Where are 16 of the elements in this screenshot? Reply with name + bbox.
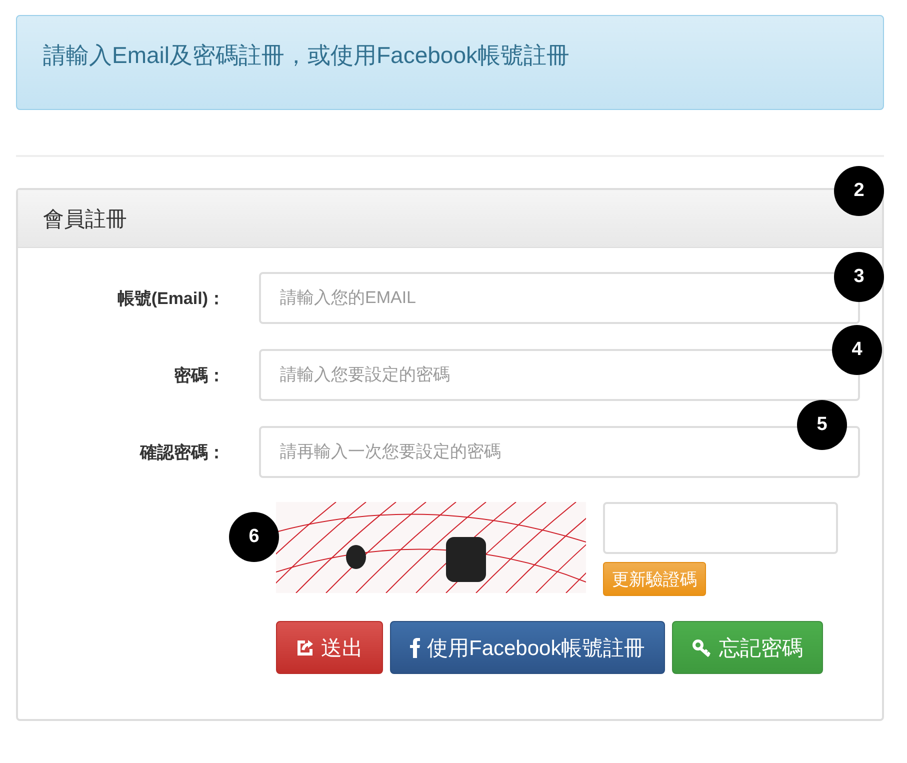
number-badge: 6 [229, 512, 279, 562]
share-icon [296, 638, 314, 656]
field-label: 帳號(Email)： [116, 288, 226, 310]
submit-button[interactable]: 送出 [276, 621, 383, 674]
field-label: 密碼： [173, 364, 226, 386]
field-label: 確認密碼： [138, 442, 226, 464]
alert-text: 請輸入Email及密碼註冊，或使用Facebook帳號註冊 [43, 41, 570, 70]
number-badge: 3 [834, 252, 884, 302]
panel-title: 會員註冊 [43, 206, 127, 232]
letter-f-icon [410, 638, 420, 658]
forgot-password-button[interactable]: 忘記密碼 [672, 621, 824, 674]
key-icon [692, 638, 712, 656]
number-badge: 2 [834, 166, 884, 216]
number-badge: 4 [832, 325, 882, 375]
captcha-input-field[interactable] [603, 502, 838, 554]
facebook-signup-button[interactable]: 使用Facebook帳號註冊 [390, 621, 666, 674]
